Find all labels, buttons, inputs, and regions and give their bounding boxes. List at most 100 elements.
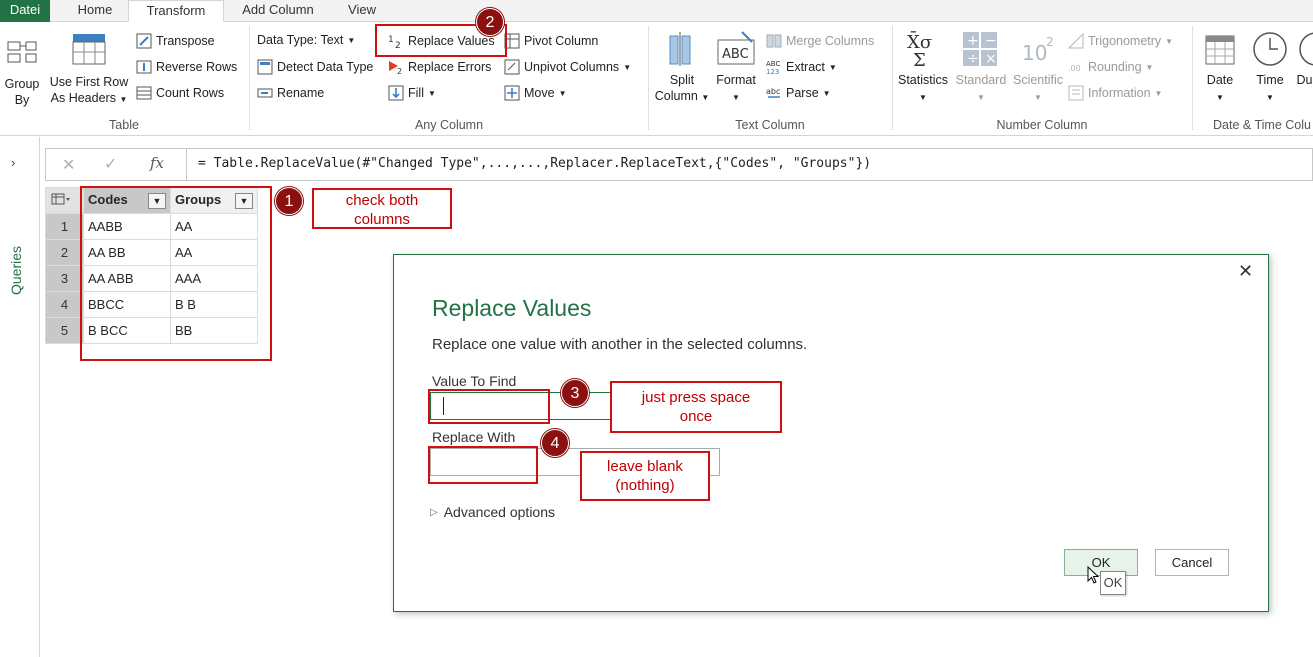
row-number[interactable]: 1	[45, 213, 84, 240]
fill-dropdown[interactable]: Fill ▼	[388, 85, 436, 101]
ok-tooltip: OK	[1100, 571, 1126, 595]
split-column-dropdown[interactable]: Split Column ▼	[652, 30, 712, 106]
replace-errors-button[interactable]: 2 Replace Errors	[388, 59, 491, 76]
tab-home[interactable]: Home	[62, 0, 128, 22]
format-label: Format ▼	[716, 73, 756, 102]
row-number[interactable]: 3	[45, 265, 84, 292]
extract-dropdown[interactable]: ABC 123 Extract ▼	[766, 59, 837, 76]
row-number[interactable]: 5	[45, 317, 84, 344]
svg-text:ABC: ABC	[722, 47, 749, 62]
move-dropdown[interactable]: Move ▼	[504, 85, 567, 101]
chevron-down-icon: ▼	[347, 35, 356, 45]
unpivot-columns-icon	[504, 59, 520, 75]
reverse-rows-icon	[136, 59, 152, 75]
svg-text:Σ: Σ	[913, 50, 926, 68]
row-number[interactable]: 4	[45, 291, 84, 318]
transpose-button[interactable]: Transpose	[136, 33, 215, 49]
svg-text:2: 2	[1046, 35, 1054, 49]
duration-dropdown[interactable]: Du	[1296, 30, 1313, 88]
rounding-dropdown[interactable]: .00 Rounding ▼	[1068, 59, 1153, 75]
data-type-dropdown[interactable]: Data Type: Text ▼	[257, 33, 355, 47]
replace-errors-icon: 2	[388, 59, 404, 76]
merge-columns-icon	[766, 33, 782, 49]
parse-icon: abc	[766, 85, 782, 101]
svg-text:ABC: ABC	[766, 60, 780, 68]
duration-icon	[1299, 32, 1313, 66]
group-separator	[1192, 26, 1193, 130]
replace-with-label: Replace With	[432, 429, 516, 445]
statistics-icon: X̄σΣ	[907, 30, 932, 71]
tab-add-column[interactable]: Add Column	[230, 0, 326, 22]
highlight-box-replace-with	[428, 446, 538, 484]
transpose-icon	[136, 33, 152, 49]
statistics-dropdown[interactable]: X̄σ Σ Statistics ▼	[896, 30, 950, 106]
fill-down-icon	[388, 85, 404, 101]
note-check-both-columns: check both columns	[312, 188, 452, 229]
unpivot-columns-dropdown[interactable]: Unpivot Columns ▼	[504, 59, 631, 75]
duration-label: Du	[1296, 73, 1313, 87]
parse-dropdown[interactable]: abc Parse ▼	[766, 85, 831, 101]
count-rows-button[interactable]: Count Rows	[136, 85, 224, 101]
scientific-icon: 102	[1022, 35, 1054, 65]
ribbon-tab-bar: Datei Home Transform Add Column View	[0, 0, 1313, 23]
time-dropdown[interactable]: Time ▼	[1248, 30, 1292, 106]
standard-dropdown[interactable]: + − ÷ × Standard ▼	[952, 30, 1010, 106]
advanced-options-toggle[interactable]: ▷ Advanced options	[430, 504, 555, 520]
reverse-rows-button[interactable]: Reverse Rows	[136, 59, 237, 75]
formula-input[interactable]: = Table.ReplaceValue(#"Changed Type",...…	[198, 156, 871, 171]
ribbon: Group By Use First Row As Headers ▼ Transp…	[0, 22, 1313, 136]
tab-transform[interactable]: Transform	[128, 0, 224, 23]
close-icon[interactable]: ✕	[1238, 261, 1253, 282]
svg-text:+: +	[967, 33, 979, 49]
count-rows-icon	[136, 85, 152, 101]
group-separator	[249, 26, 250, 130]
group-label-number-column: Number Column	[996, 118, 1088, 132]
standard-operations-icon: + −÷ ×	[963, 32, 997, 67]
confirm-formula-icon[interactable]: ✓	[104, 154, 117, 174]
rounding-icon: .00	[1068, 59, 1084, 75]
table-menu-icon[interactable]	[45, 187, 84, 214]
row-number[interactable]: 2	[45, 239, 84, 266]
group-by-button[interactable]: Group By	[2, 36, 42, 108]
group-label-table: Table	[109, 118, 139, 132]
scientific-dropdown[interactable]: 10 2 Scientific ▼	[1010, 30, 1066, 106]
tab-file[interactable]: Datei	[0, 0, 50, 22]
replace-values-dialog: ✕ Replace Values Replace one value with …	[393, 254, 1269, 612]
step-badge-1: 1	[275, 187, 303, 215]
group-label-text-column: Text Column	[735, 118, 805, 132]
date-dropdown[interactable]: Date ▼	[1198, 30, 1242, 106]
fx-icon[interactable]: fx	[150, 154, 164, 172]
note-leave-blank: leave blank (nothing)	[580, 451, 710, 501]
use-first-row-icon	[72, 34, 106, 65]
group-by-label: Group By	[4, 77, 40, 107]
clock-icon	[1253, 32, 1287, 66]
information-dropdown[interactable]: Information ▼	[1068, 85, 1162, 101]
queries-label: Queries	[8, 245, 24, 295]
dialog-description: Replace one value with another in the se…	[432, 336, 808, 353]
step-badge-4: 4	[541, 429, 569, 457]
note-press-space: just press space once	[610, 381, 782, 433]
expand-arrow-icon: ▷	[430, 506, 438, 518]
expand-queries-chevron-icon[interactable]: ›	[11, 155, 15, 170]
cancel-formula-icon[interactable]: ✕	[62, 155, 75, 175]
step-badge-3: 3	[561, 379, 589, 407]
use-first-row-button[interactable]: Use First Row As Headers ▼	[46, 30, 132, 108]
queries-pane: › Queries	[0, 137, 40, 657]
queries-pane-toggle[interactable]: Queries	[4, 227, 28, 297]
highlight-box-value-to-find	[428, 389, 550, 424]
trigonometry-dropdown[interactable]: Trigonometry ▼	[1067, 32, 1173, 49]
group-label-any-column: Any Column	[414, 118, 484, 132]
tab-view[interactable]: View	[334, 0, 390, 22]
highlight-box-columns	[80, 186, 272, 361]
svg-text:.00: .00	[1068, 64, 1081, 73]
split-column-icon	[669, 32, 691, 66]
merge-columns-button[interactable]: Merge Columns	[766, 33, 874, 49]
cancel-button[interactable]: Cancel	[1155, 549, 1229, 576]
svg-text:10: 10	[1022, 41, 1047, 65]
detect-data-type-button[interactable]: Detect Data Type	[257, 59, 373, 75]
use-first-row-label: Use First Row As Headers ▼	[49, 75, 129, 105]
format-dropdown[interactable]: ABC Format ▼	[712, 30, 760, 106]
svg-text:÷: ÷	[967, 51, 979, 67]
pivot-column-button[interactable]: Pivot Column	[504, 33, 598, 49]
rename-button[interactable]: Rename	[257, 85, 324, 101]
